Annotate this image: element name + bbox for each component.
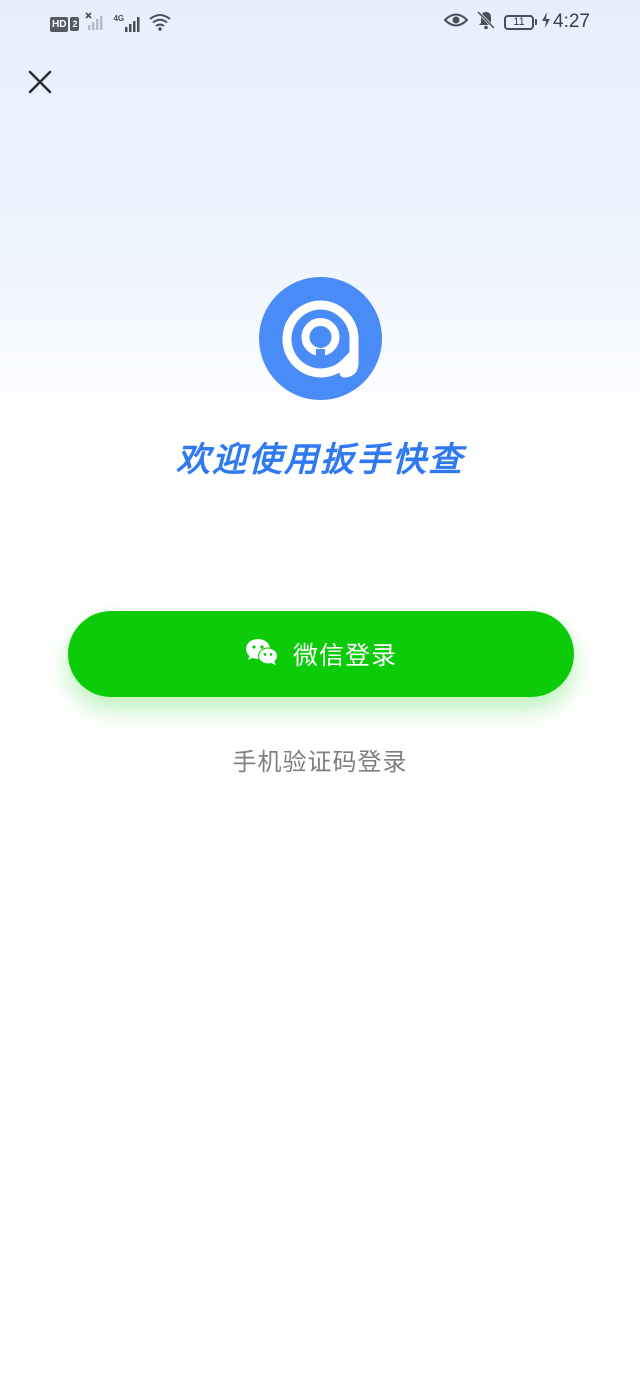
app-logo-icon [259, 277, 382, 400]
status-right: 11 4:27 [443, 10, 590, 34]
charging-icon [541, 11, 551, 33]
hd-icon: HD 2 [50, 16, 80, 32]
sim-slot-label: 2 [70, 17, 80, 31]
wechat-login-button[interactable]: 微信登录 [68, 611, 574, 697]
wifi-icon [148, 12, 172, 36]
wechat-icon [245, 638, 279, 670]
network-type-label: 4G [113, 14, 125, 23]
bell-muted-icon [476, 10, 496, 34]
battery-icon: 11 [504, 14, 538, 30]
signal-4g-icon: 4G [113, 14, 142, 34]
close-icon [28, 70, 52, 94]
eye-icon [443, 11, 469, 33]
sms-login-link[interactable]: 手机验证码登录 [233, 748, 408, 776]
clock-time: 4:27 [553, 11, 590, 32]
welcome-title: 欢迎使用扳手快查 [176, 440, 464, 480]
signal-off-icon [85, 12, 107, 36]
wechat-login-label: 微信登录 [292, 641, 397, 670]
battery-level: 11 [504, 14, 535, 30]
hd-label: HD [50, 16, 69, 32]
close-button[interactable] [24, 66, 56, 98]
status-bar: HD 2 4G 11 4:27 [0, 0, 640, 48]
sms-login-row: 手机验证码登录 [0, 742, 640, 777]
status-left: HD 2 4G [50, 12, 172, 36]
